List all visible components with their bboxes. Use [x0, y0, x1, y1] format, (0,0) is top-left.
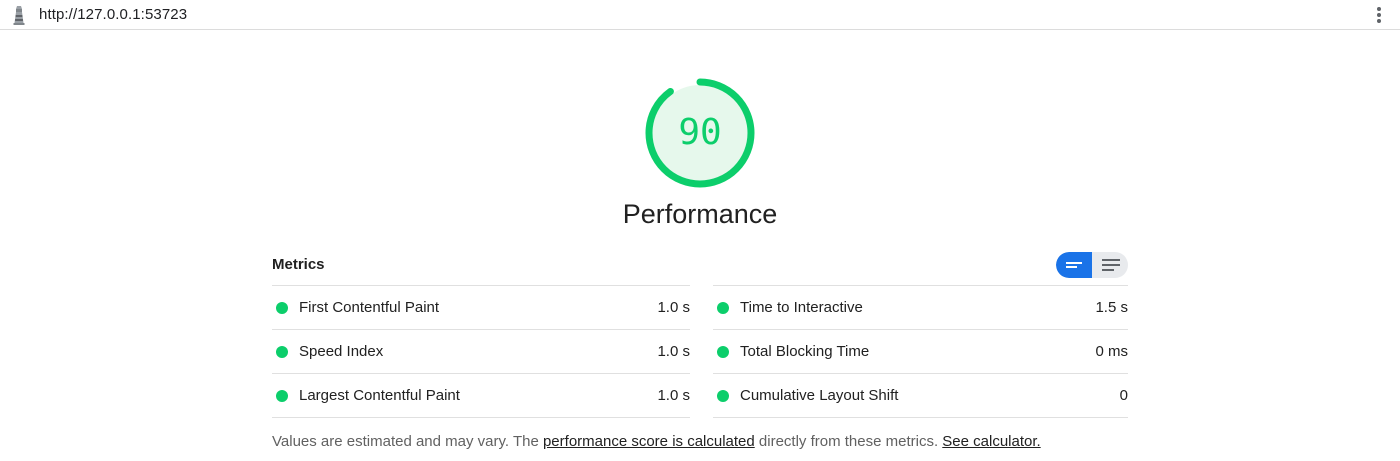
metric-label: Largest Contentful Paint [299, 387, 460, 404]
metric-value: 0 ms [1095, 343, 1128, 360]
pass-indicator-icon [717, 346, 729, 358]
score-calculation-link[interactable]: performance score is calculated [543, 433, 755, 450]
metric-label: Cumulative Layout Shift [740, 387, 899, 404]
metrics-footnote: Values are estimated and may vary. The p… [272, 433, 1041, 450]
metric-row: Largest Contentful Paint 1.0 s [272, 373, 690, 418]
metric-value: 1.5 s [1095, 299, 1128, 316]
metric-row: Total Blocking Time 0 ms [713, 329, 1128, 373]
pass-indicator-icon [717, 302, 729, 314]
metric-label: Time to Interactive [740, 299, 863, 316]
metrics-view-toggle[interactable] [1056, 252, 1128, 278]
performance-score: 90 [678, 112, 722, 153]
pass-indicator-icon [276, 346, 288, 358]
address-url[interactable]: http://127.0.0.1:53723 [39, 6, 187, 23]
pass-indicator-icon [276, 390, 288, 402]
see-calculator-link[interactable]: See calculator. [942, 433, 1040, 450]
metric-label: First Contentful Paint [299, 299, 440, 316]
footnote-middle: directly from these metrics. [754, 433, 943, 450]
metric-value: 1.0 s [657, 387, 690, 404]
metric-row: Speed Index 1.0 s [272, 329, 690, 373]
kebab-menu-icon[interactable] [1376, 6, 1382, 24]
metric-label: Total Blocking Time [740, 343, 870, 360]
pass-indicator-icon [276, 302, 288, 314]
metric-row: Time to Interactive 1.5 s [713, 285, 1128, 329]
metric-value: 0 [1119, 387, 1128, 404]
metric-label: Speed Index [299, 343, 384, 360]
lighthouse-icon [13, 6, 25, 25]
metric-value: 1.0 s [657, 299, 690, 316]
list-view-icon [1102, 259, 1120, 271]
metric-value: 1.0 s [657, 343, 690, 360]
performance-gauge: 90 [644, 77, 756, 189]
metrics-header: Metrics [272, 256, 325, 273]
table-view-icon [1066, 262, 1082, 268]
metrics-right-column: Time to Interactive 1.5 s Total Blocking… [713, 285, 1128, 418]
table-view-button[interactable] [1056, 252, 1092, 278]
metrics-left-column: First Contentful Paint 1.0 s Speed Index… [272, 285, 690, 418]
list-view-button[interactable] [1092, 252, 1128, 278]
pass-indicator-icon [717, 390, 729, 402]
metric-row: Cumulative Layout Shift 0 [713, 373, 1128, 418]
metric-row: First Contentful Paint 1.0 s [272, 285, 690, 329]
footnote-prefix: Values are estimated and may vary. The [272, 433, 543, 450]
category-title: Performance [622, 199, 778, 229]
browser-bar: http://127.0.0.1:53723 [0, 0, 1400, 30]
